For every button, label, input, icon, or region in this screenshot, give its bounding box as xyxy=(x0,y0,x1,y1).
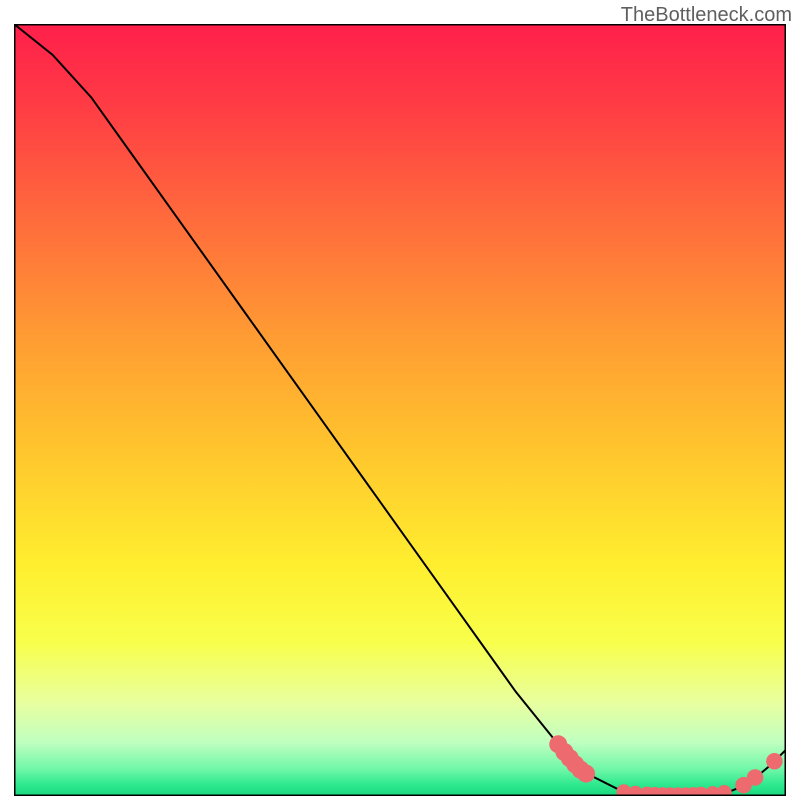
data-marker xyxy=(766,753,783,770)
gradient-background xyxy=(14,24,786,796)
chart-container: TheBottleneck.com xyxy=(0,0,800,800)
data-marker xyxy=(577,765,595,783)
watermark-text: TheBottleneck.com xyxy=(621,4,792,27)
data-marker xyxy=(747,769,764,786)
gradient-plot xyxy=(14,24,786,796)
